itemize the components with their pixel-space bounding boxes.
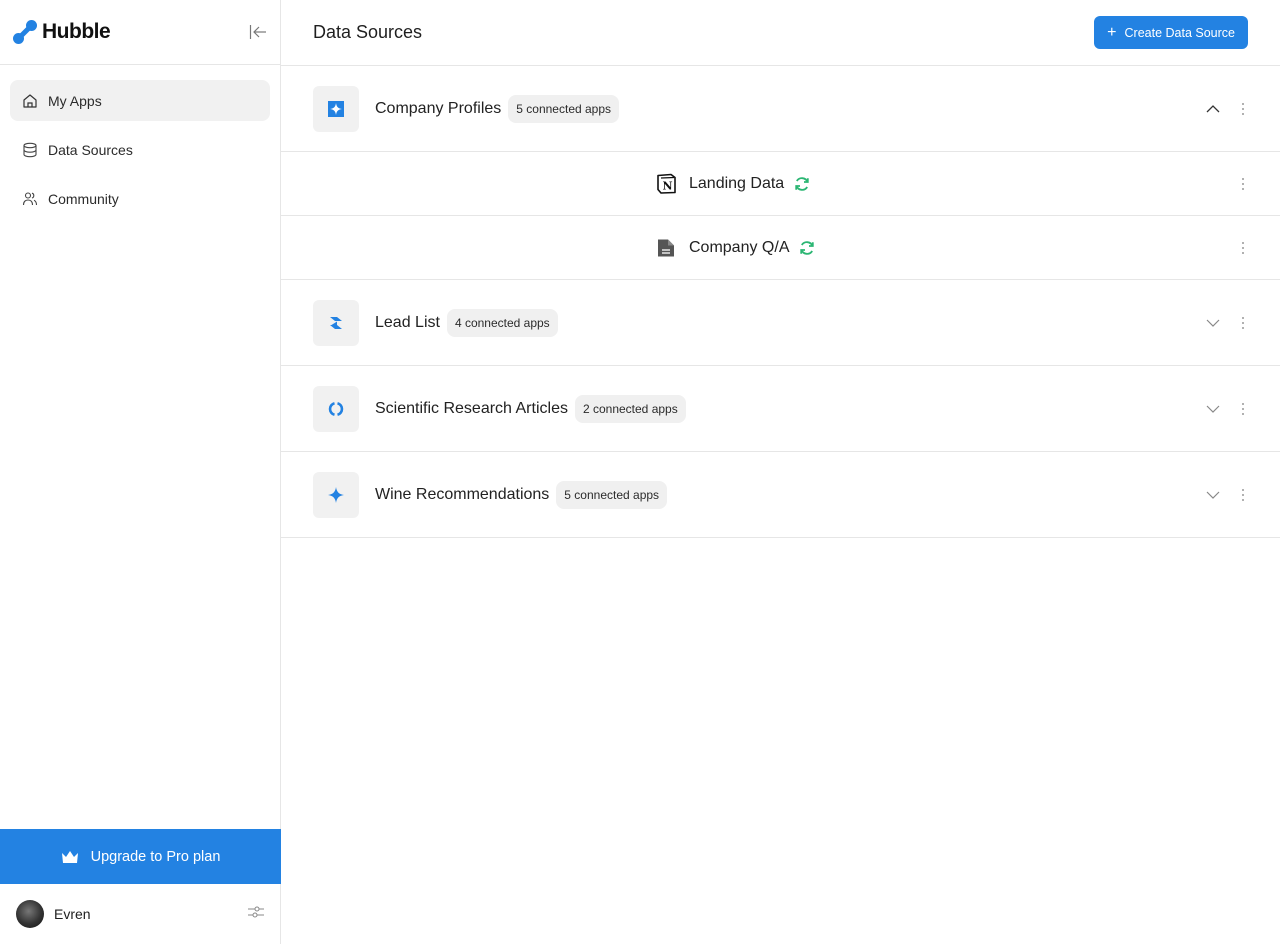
collapse-left-icon (249, 25, 266, 39)
more-options-button[interactable] (1238, 99, 1248, 119)
settings-button[interactable] (247, 904, 265, 925)
database-icon (22, 142, 38, 158)
child-source-name: Company Q/A (689, 238, 790, 256)
data-source-row[interactable]: Lead List 4 connected apps (281, 280, 1280, 366)
data-source-row[interactable]: Company Profiles 5 connected apps (281, 66, 1280, 152)
more-options-button[interactable] (1238, 313, 1248, 333)
sync-icon (798, 239, 816, 257)
home-icon (22, 93, 38, 109)
data-source-name: Company Profiles (375, 99, 502, 117)
more-options-button[interactable] (1238, 238, 1248, 258)
ring-icon (313, 385, 359, 432)
connected-apps-badge: 4 connected apps (446, 308, 558, 337)
sidebar: Hubble My Apps Data Sources Community Up… (0, 0, 281, 944)
user-name: Evren (54, 906, 91, 922)
svg-text:N: N (662, 180, 672, 193)
hubble-logo-icon (13, 20, 37, 44)
data-source-name: Wine Recommendations (375, 485, 550, 503)
connected-apps-badge: 5 connected apps (556, 480, 668, 509)
user-footer: Evren (0, 884, 281, 944)
page-header: Data Sources + Create Data Source (281, 0, 1280, 66)
sidebar-item-label: Data Sources (48, 141, 133, 158)
upgrade-button[interactable]: Upgrade to Pro plan (0, 829, 281, 884)
page-title: Data Sources (313, 22, 423, 42)
more-options-button[interactable] (1238, 399, 1248, 419)
sidebar-nav: My Apps Data Sources Community (0, 65, 280, 234)
collapse-button[interactable] (1203, 99, 1223, 119)
sparkle-square-icon (313, 85, 359, 132)
upgrade-label: Upgrade to Pro plan (90, 848, 221, 865)
avatar (16, 900, 44, 928)
sliders-icon (248, 906, 264, 917)
data-source-row[interactable]: Scientific Research Articles 2 connected… (281, 366, 1280, 452)
sidebar-item-data-sources[interactable]: Data Sources (10, 129, 270, 170)
sidebar-item-label: My Apps (48, 92, 102, 109)
create-data-source-button[interactable]: + Create Data Source (1094, 16, 1248, 49)
connected-apps-badge: 5 connected apps (508, 94, 620, 123)
sparkle-icon (313, 471, 359, 518)
crown-icon (61, 850, 78, 863)
data-source-name: Lead List (375, 313, 440, 331)
sidebar-item-label: Community (48, 190, 119, 207)
data-source-row[interactable]: Wine Recommendations 5 connected apps (281, 452, 1280, 538)
plus-icon: + (1107, 23, 1117, 41)
app-name: Hubble (42, 20, 111, 43)
logo[interactable]: Hubble (12, 19, 111, 45)
main-content: Data Sources + Create Data Source Compan… (281, 0, 1280, 944)
child-source-row[interactable]: N Landing Data (281, 152, 1280, 216)
notion-icon: N (655, 173, 677, 195)
child-source-name: Landing Data (689, 174, 785, 192)
expand-button[interactable] (1203, 313, 1223, 333)
sidebar-item-my-apps[interactable]: My Apps (10, 80, 270, 121)
data-source-name: Scientific Research Articles (375, 399, 568, 417)
expand-button[interactable] (1203, 399, 1223, 419)
sync-icon (793, 175, 811, 193)
app-root: Hubble My Apps Data Sources Community Up… (0, 0, 1280, 944)
more-options-button[interactable] (1238, 174, 1248, 194)
users-icon (22, 191, 38, 207)
zap-icon (313, 299, 359, 346)
chevron-down-icon (1206, 319, 1220, 327)
user-profile[interactable]: Evren (16, 900, 91, 928)
document-icon (655, 237, 677, 259)
sidebar-header: Hubble (0, 0, 280, 65)
more-options-button[interactable] (1238, 485, 1248, 505)
connected-apps-badge: 2 connected apps (574, 394, 686, 423)
chevron-up-icon (1206, 104, 1220, 112)
collapse-sidebar-button[interactable] (248, 22, 268, 42)
chevron-down-icon (1206, 405, 1220, 413)
chevron-down-icon (1206, 491, 1220, 499)
expand-button[interactable] (1203, 485, 1223, 505)
sidebar-item-community[interactable]: Community (10, 178, 270, 219)
child-source-row[interactable]: Company Q/A (281, 216, 1280, 280)
create-button-label: Create Data Source (1124, 25, 1235, 40)
